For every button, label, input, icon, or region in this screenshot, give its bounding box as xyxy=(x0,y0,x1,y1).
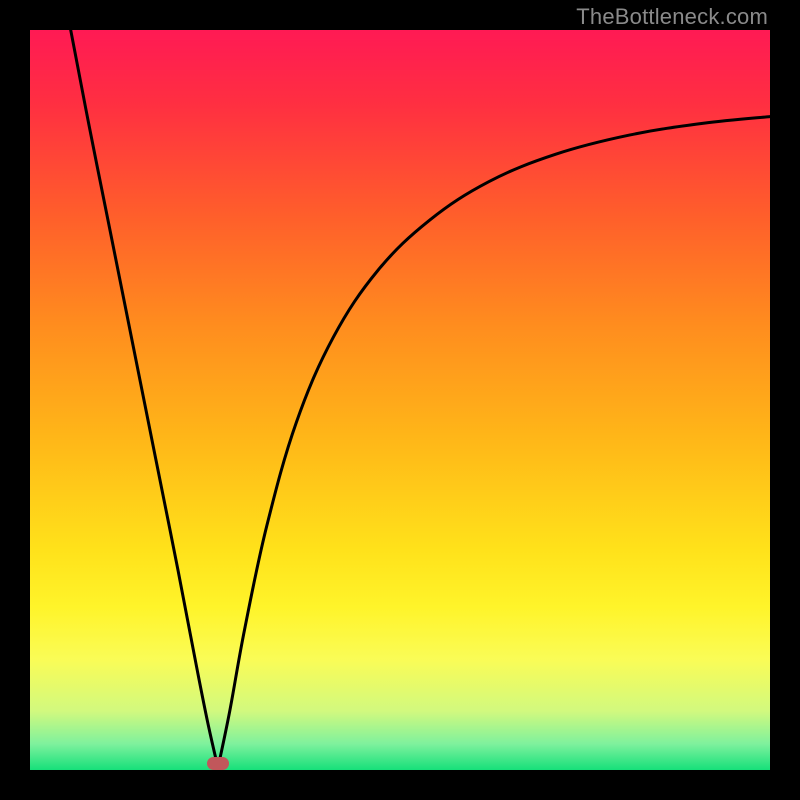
plot-area xyxy=(30,30,770,770)
watermark-text: TheBottleneck.com xyxy=(576,4,768,30)
bottleneck-curve xyxy=(30,30,770,770)
chart-frame: TheBottleneck.com xyxy=(0,0,800,800)
optimal-point-marker xyxy=(207,757,229,770)
curve-left-branch xyxy=(71,30,218,768)
curve-right-branch xyxy=(218,117,770,768)
